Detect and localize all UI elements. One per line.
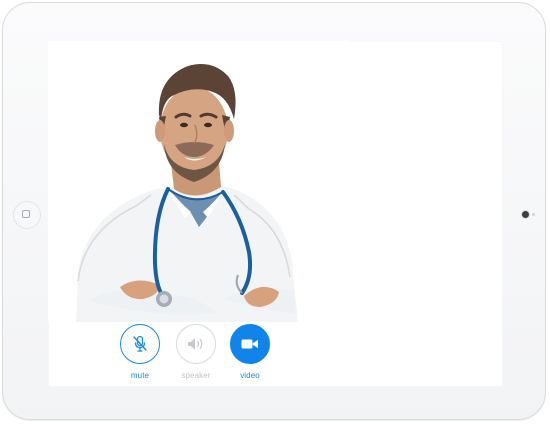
video-camera-icon bbox=[241, 339, 258, 349]
speaker-control[interactable]: speaker bbox=[174, 324, 218, 381]
mute-label: mute bbox=[130, 371, 150, 380]
doctor-portrait bbox=[76, 63, 298, 322]
camera-sensor bbox=[532, 213, 535, 216]
front-camera bbox=[522, 211, 529, 218]
video-button[interactable] bbox=[230, 324, 270, 364]
video-label: video bbox=[240, 371, 260, 380]
speaker-icon bbox=[188, 338, 203, 350]
video-control[interactable]: video bbox=[228, 324, 272, 381]
home-button[interactable] bbox=[13, 201, 41, 229]
home-square-icon bbox=[22, 210, 30, 218]
video-call-screen: mute speaker video bbox=[48, 41, 503, 387]
microphone-off-icon bbox=[133, 335, 147, 352]
mute-button[interactable] bbox=[120, 324, 160, 364]
remote-video-feed bbox=[48, 41, 348, 322]
tablet-device: mute speaker video bbox=[2, 2, 546, 420]
call-controls: mute speaker video bbox=[118, 324, 288, 384]
mute-control[interactable]: mute bbox=[118, 324, 162, 381]
speaker-button[interactable] bbox=[176, 324, 216, 364]
speaker-label: speaker bbox=[181, 371, 211, 380]
